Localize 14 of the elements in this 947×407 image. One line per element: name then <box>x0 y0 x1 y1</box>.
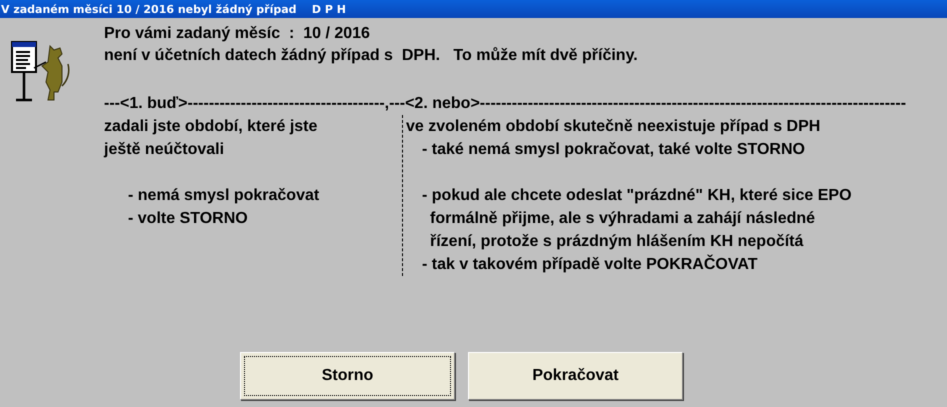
continue-button[interactable]: Pokračovat <box>468 352 683 400</box>
bullet-text: - volte STORNO <box>127 209 248 229</box>
intro-text: Pro vámi zadaný měsíc : 10 / 2016 <box>104 24 370 44</box>
message-text: zadali jste období, které jste ještě neúčtovali <box>104 117 318 160</box>
window-title: V zadaném měsíci 10 / 2016 nebyl žádný případ D P H <box>0 2 346 16</box>
bullet-text: - pokud ale chcete odeslat "prázdné" KH, které sice EPO formálně přijme, ale s výhradami a zahájí následné řízení, protože s prázdným hlášením KH nepočítá <box>421 186 852 252</box>
section-heading: ---<1. buď>------------------------------------- <box>104 94 385 114</box>
message-text: ve zvoleném období skutečně neexistuje případ s DPH <box>406 117 820 137</box>
bullet-text: - tak v takovém případě volte POKRAČOVAT <box>421 254 758 275</box>
bullet-text: - také nemá smysl pokračovat, také volte STORNO <box>421 140 805 160</box>
section-heading: ,---<2. nebo>-------------------------------------------------------------------------------- <box>384 94 906 114</box>
cancel-button[interactable]: Storno <box>240 352 455 400</box>
intro-text: není v účetních datech žádný případ s DPH. To může mít dvě příčiny. <box>104 46 638 66</box>
bullet-text: - nemá smysl pokračovat <box>127 186 320 206</box>
